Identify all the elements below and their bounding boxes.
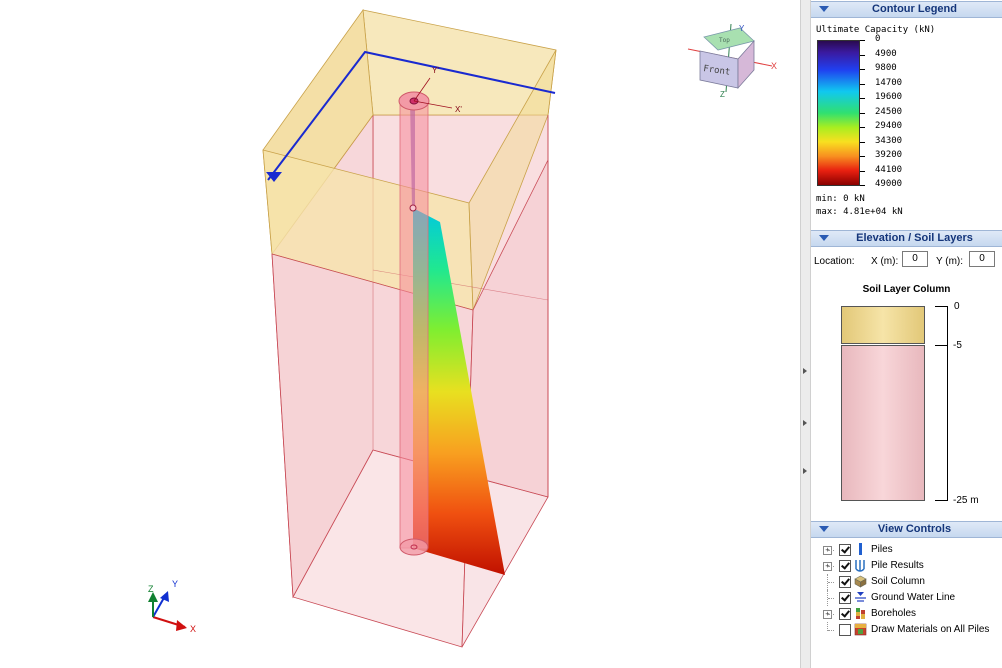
legend-tick — [860, 69, 865, 70]
view-cube[interactable]: Top Front X Y Z — [687, 23, 777, 99]
legend-color-bar — [817, 40, 860, 186]
collapse-triangle-icon[interactable] — [819, 235, 829, 241]
materials-icon — [854, 623, 867, 636]
section-title: Elevation / Soil Layers — [856, 232, 973, 244]
pile-results-checkbox[interactable] — [839, 560, 851, 572]
water-line-icon — [855, 592, 866, 602]
side-panel: Contour Legend Ultimate Capacity (kN) 04… — [811, 0, 1002, 668]
contour-legend-header[interactable]: Contour Legend — [811, 1, 1002, 18]
view-cube-x-label: X — [771, 61, 777, 71]
elevation-header[interactable]: Elevation / Soil Layers — [811, 230, 1002, 247]
legend-min: min: 0 kN — [816, 194, 865, 204]
legend-tick-label: 9800 — [875, 63, 897, 73]
pile-local-y-label: Y' — [432, 66, 439, 75]
tree-item-label: Ground Water Line — [871, 592, 956, 603]
soil-column-icon — [854, 575, 867, 588]
collapse-arrow-icon[interactable] — [803, 420, 807, 426]
pile-toe — [399, 538, 429, 556]
view-cube-y-label: Y — [739, 24, 745, 33]
legend-tick-label: 24500 — [875, 107, 903, 117]
axis-triad: Z Y X — [148, 579, 196, 634]
piles-checkbox[interactable] — [839, 544, 851, 556]
legend-tick — [860, 55, 865, 56]
legend-max: max: 4.81e+04 kN — [816, 207, 903, 217]
section-title: View Controls — [877, 523, 952, 535]
tree-item-label: Boreholes — [871, 608, 917, 619]
depth-label-bottom: -25 m — [953, 495, 979, 506]
legend-tick-label: 39200 — [875, 150, 903, 160]
tree-item-label: Draw Materials on All Piles — [871, 624, 990, 635]
3d-viewport[interactable]: X' Y' Z Y X Top Front X Y Z — [0, 0, 800, 668]
tree-item-label: Piles — [871, 544, 893, 555]
pile-results-icon — [855, 560, 865, 572]
depth-axis — [947, 306, 948, 501]
x-axis-label: X — [190, 624, 196, 634]
pile-layer-node — [409, 204, 417, 212]
collapse-arrow-icon[interactable] — [803, 368, 807, 374]
model-canvas[interactable]: X' Y' Z Y X Top Front X Y Z — [0, 0, 800, 668]
z-axis-label: Z — [148, 584, 154, 594]
x-coordinate-input[interactable]: 0 — [902, 251, 928, 267]
depth-tick — [935, 500, 948, 501]
legend-tick-label: 14700 — [875, 78, 903, 88]
y-axis-label: Y — [172, 579, 178, 589]
tree-item-label: Soil Column — [871, 576, 925, 587]
legend-tick — [860, 40, 865, 41]
soil-layer-top — [841, 306, 925, 344]
y-axis-arrow-icon — [160, 591, 169, 602]
legend-tick — [860, 185, 865, 186]
legend-tick-label: 19600 — [875, 92, 903, 102]
collapse-triangle-icon[interactable] — [819, 6, 829, 12]
depth-label-interface: -5 — [953, 340, 962, 351]
pile-local-x-label: X' — [455, 105, 462, 114]
location-label: Location: — [814, 256, 855, 267]
pile-shaft[interactable] — [399, 99, 429, 549]
ground-water-line-checkbox[interactable] — [839, 592, 851, 604]
tree-item-label: Pile Results — [871, 560, 924, 571]
depth-tick — [935, 345, 948, 346]
borehole-icon — [856, 608, 865, 619]
legend-tick — [860, 156, 865, 157]
legend-tick — [860, 142, 865, 143]
legend-tick-label: 29400 — [875, 121, 903, 131]
x-label: X (m): — [871, 256, 899, 267]
view-cube-z-label: Z — [720, 90, 725, 99]
soil-column-title: Soil Layer Column — [862, 284, 951, 295]
legend-tick-label: 34300 — [875, 136, 903, 146]
legend-tick — [860, 127, 865, 128]
depth-tick — [935, 306, 948, 307]
view-controls-tree: + Piles + Pile Results Soil Column Groun… — [811, 542, 1002, 668]
legend-tick-label: 0 — [875, 34, 881, 44]
soil-layer-bottom — [841, 345, 925, 501]
view-controls-header[interactable]: View Controls — [811, 521, 1002, 538]
legend-tick-label: 4900 — [875, 49, 897, 59]
pile-icon — [859, 543, 862, 555]
view-cube-top-label: Top — [719, 37, 730, 44]
legend-tick-label: 44100 — [875, 165, 903, 175]
collapse-arrow-icon[interactable] — [803, 468, 807, 474]
legend-tick — [860, 98, 865, 99]
soil-column-checkbox[interactable] — [839, 576, 851, 588]
draw-materials-checkbox[interactable] — [839, 624, 851, 636]
legend-tick — [860, 113, 865, 114]
collapse-triangle-icon[interactable] — [819, 526, 829, 532]
boreholes-checkbox[interactable] — [839, 608, 851, 620]
legend-tick — [860, 171, 865, 172]
x-axis-arrow-icon — [176, 620, 187, 631]
y-label: Y (m): — [936, 256, 964, 267]
panel-splitter[interactable] — [800, 0, 811, 668]
soil-layer-top-back-face — [362, 9, 557, 116]
legend-tick-label: 49000 — [875, 179, 903, 189]
depth-label-top: 0 — [954, 301, 960, 312]
legend-tick — [860, 84, 865, 85]
section-title: Contour Legend — [872, 3, 957, 15]
y-coordinate-input[interactable]: 0 — [969, 251, 995, 267]
view-cube-side-face — [737, 39, 755, 90]
